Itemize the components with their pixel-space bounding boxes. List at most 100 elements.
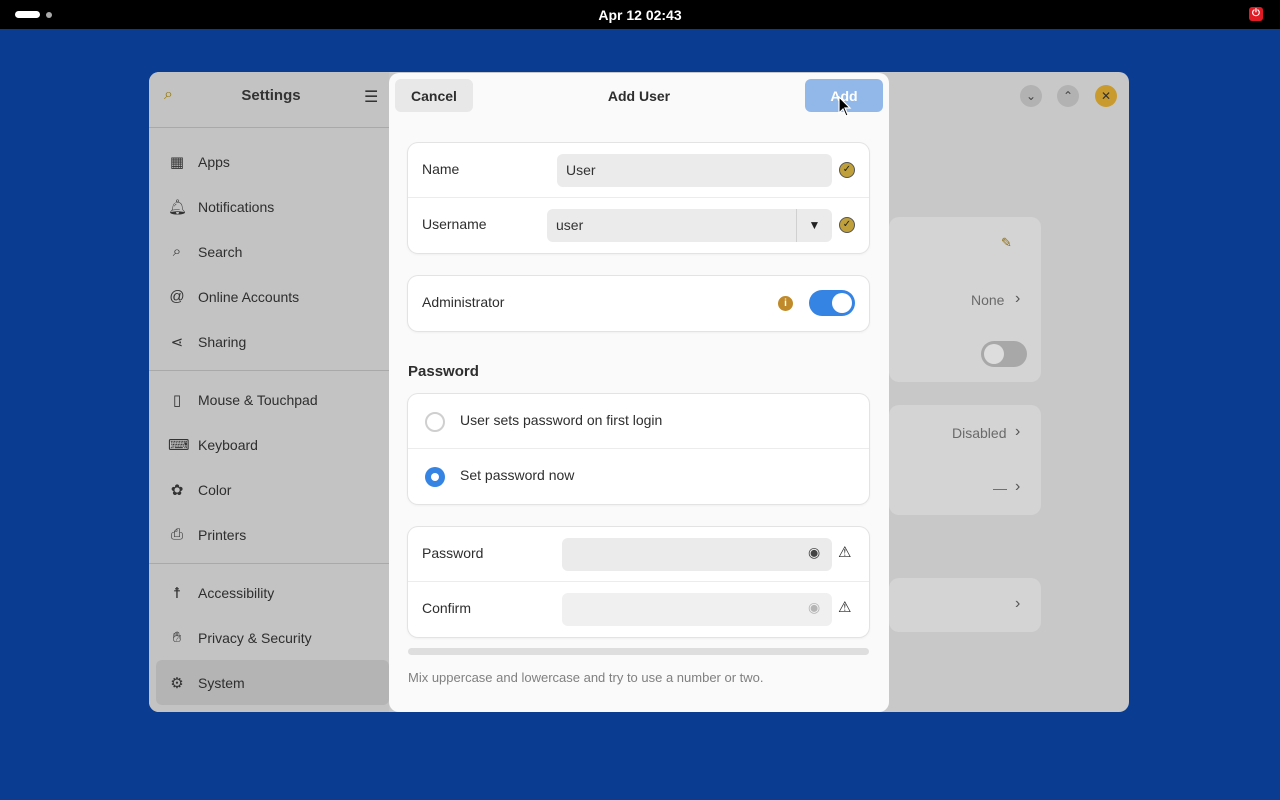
radio-first-login-label: User sets password on first login <box>460 412 663 428</box>
divider <box>149 563 389 564</box>
sidebar-item-label: System <box>198 674 245 691</box>
sidebar-item-privacy-security[interactable]: ✋︎ Privacy & Security <box>156 615 389 660</box>
check-icon: ✓ <box>839 162 855 178</box>
username-row: Username user ▼ ✓ <box>408 198 869 253</box>
sidebar-item-label: Search <box>198 243 243 260</box>
eye-icon[interactable]: ◉ <box>808 544 820 561</box>
sidebar-item-label: Printers <box>198 526 247 543</box>
printer-icon: ⎙ <box>170 526 183 543</box>
color-icon: ✿ <box>170 481 184 499</box>
sidebar-item-online-accounts[interactable]: @ Online Accounts <box>156 274 389 319</box>
warning-icon: ⚠ <box>838 599 852 616</box>
last-value: — <box>993 480 1007 496</box>
sidebar-item-sharing[interactable]: ⋖ Sharing <box>156 319 389 364</box>
edit-icon[interactable]: ✎ <box>1001 235 1012 251</box>
apps-icon: ▦ <box>169 153 185 171</box>
check-icon: ✓ <box>839 217 855 233</box>
sidebar-nav: ▦ Apps 🔔︎ Notifications ⌕ Search @ Online Accou… <box>149 139 389 705</box>
mouse-pointer-icon <box>838 96 852 117</box>
name-input[interactable]: User <box>557 154 832 187</box>
sidebar-item-label: Keyboard <box>198 436 258 453</box>
name-row: Name User ✓ <box>408 143 869 198</box>
admin-row: Administrator i <box>408 276 869 331</box>
sidebar-title: Settings <box>241 87 301 104</box>
login-value: Disabled <box>952 425 1007 441</box>
info-icon[interactable]: i <box>778 296 793 311</box>
chevron-right-icon[interactable]: › <box>1015 595 1020 613</box>
extra-card: › <box>889 578 1041 632</box>
sidebar-item-search[interactable]: ⌕ Search <box>156 229 389 274</box>
radio-set-now[interactable] <box>425 467 445 487</box>
sidebar-item-system[interactable]: ⚙ System <box>156 660 389 705</box>
password-hint: Mix uppercase and lowercase and try to u… <box>408 670 764 685</box>
search-icon: ⌕ <box>172 243 182 260</box>
chevron-right-icon[interactable]: › <box>1015 423 1020 441</box>
user-details-card: ✎ None › <box>889 217 1041 382</box>
sidebar-item-mouse-touchpad[interactable]: ▯ Mouse & Touchpad <box>156 377 389 422</box>
sidebar-item-keyboard[interactable]: ⌨ Keyboard <box>156 422 389 467</box>
sidebar-item-accessibility[interactable]: ☨ Accessibility <box>156 570 389 615</box>
identity-box: Name User ✓ Username user ▼ ✓ <box>408 143 869 253</box>
password-mode-box: User sets password on first login Set pa… <box>408 394 869 504</box>
accessibility-icon: ☨ <box>172 584 182 602</box>
at-icon: @ <box>169 288 185 305</box>
login-card: Disabled › — › <box>889 405 1041 515</box>
sidebar-item-label: Mouse & Touchpad <box>198 391 318 408</box>
chevron-right-icon[interactable]: › <box>1015 290 1020 308</box>
toggle-knob <box>832 293 852 313</box>
name-label: Name <box>422 161 460 177</box>
sidebar: ⌕ Settings ☰ ▦ Apps 🔔︎ Notifications ⌕ Search… <box>149 72 389 712</box>
password-row: Password ◉ ⚠ <box>408 527 869 582</box>
sidebar-item-apps[interactable]: ▦ Apps <box>156 139 389 184</box>
confirm-row: Confirm ◉ ⚠ <box>408 582 869 637</box>
sidebar-item-notifications[interactable]: 🔔︎ Notifications <box>156 184 389 229</box>
maximize-icon[interactable]: ⌃ <box>1057 85 1079 107</box>
background-toggle[interactable] <box>981 341 1027 367</box>
warning-icon: ⚠ <box>838 544 852 561</box>
hamburger-menu-icon[interactable]: ☰ <box>364 87 378 107</box>
sidebar-item-label: Color <box>198 481 232 498</box>
gear-icon: ⚙ <box>170 674 184 692</box>
bell-icon: 🔔︎ <box>168 198 188 216</box>
password-section-title: Password <box>408 363 479 380</box>
power-icon[interactable]: ⏻ <box>1249 7 1263 21</box>
sidebar-item-label: Apps <box>198 153 230 170</box>
sidebar-item-label: Sharing <box>198 333 247 350</box>
username-combo[interactable]: user ▼ <box>547 209 832 242</box>
divider <box>149 127 389 128</box>
admin-label: Administrator <box>422 294 505 310</box>
divider <box>149 370 389 371</box>
clock[interactable]: Apr 12 02:43 <box>0 7 1280 23</box>
password-input[interactable] <box>562 538 832 571</box>
password-strength-bar <box>408 648 869 655</box>
language-value: None <box>971 292 1005 308</box>
dropdown-arrow-icon[interactable]: ▼ <box>796 209 832 242</box>
hand-icon: ✋︎ <box>172 629 182 646</box>
radio-first-login-row[interactable]: User sets password on first login <box>408 394 869 449</box>
sidebar-item-label: Online Accounts <box>198 288 300 305</box>
minimize-icon[interactable]: ⌄ <box>1020 85 1042 107</box>
admin-box: Administrator i <box>408 276 869 331</box>
confirm-label: Confirm <box>422 600 472 616</box>
sidebar-item-color[interactable]: ✿ Color <box>156 467 389 512</box>
confirm-input[interactable] <box>562 593 832 626</box>
eye-icon[interactable]: ◉ <box>808 599 820 616</box>
chevron-right-icon[interactable]: › <box>1015 478 1020 496</box>
top-bar: Apr 12 02:43 ⏻ <box>0 0 1280 29</box>
password-entry-box: Password ◉ ⚠ Confirm ◉ ⚠ <box>408 527 869 637</box>
username-value: user <box>556 217 584 233</box>
administrator-toggle[interactable] <box>809 290 855 316</box>
password-label: Password <box>422 545 484 561</box>
sidebar-item-printers[interactable]: ⎙ Printers <box>156 512 389 557</box>
radio-set-now-label: Set password now <box>460 467 575 483</box>
sidebar-item-label: Notifications <box>198 198 275 215</box>
username-label: Username <box>422 216 487 232</box>
add-user-dialog: Cancel Add User Add Name User ✓ Username… <box>389 73 889 712</box>
close-icon[interactable]: ✕ <box>1095 85 1117 107</box>
radio-first-login[interactable] <box>425 412 445 432</box>
mouse-icon: ▯ <box>172 391 182 409</box>
sidebar-header: ⌕ Settings ☰ <box>149 72 389 118</box>
sidebar-item-label: Accessibility <box>198 584 275 601</box>
sidebar-item-label: Privacy & Security <box>198 629 312 646</box>
radio-set-now-row[interactable]: Set password now <box>408 449 869 504</box>
